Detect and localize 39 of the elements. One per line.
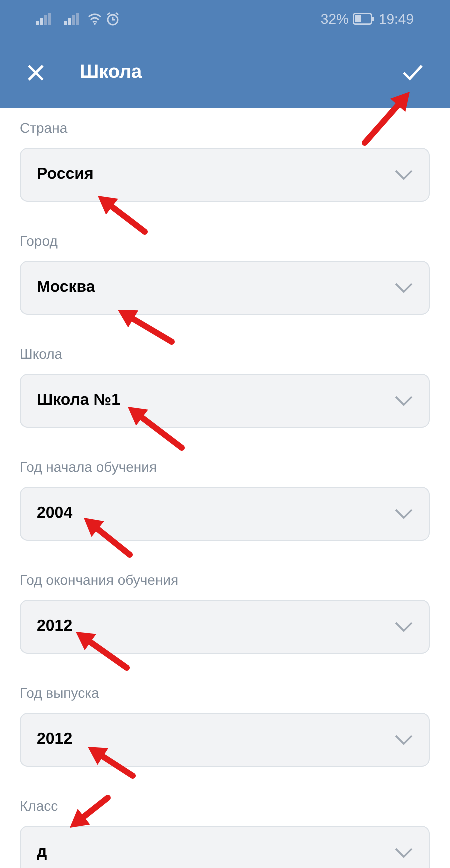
chevron-down-icon [395, 283, 413, 293]
field-label: Год окончания обучения [20, 571, 179, 590]
chevron-down-icon [395, 509, 413, 519]
chevron-down-icon [395, 848, 413, 858]
battery-percent: 32% [320, 10, 349, 28]
field-label: Класс [20, 797, 58, 816]
battery-icon [352, 13, 375, 25]
field-label: Страна [20, 119, 68, 138]
clock-time: 19:49 [378, 10, 414, 28]
chevron-down-icon [395, 396, 413, 406]
window-title: Школа [80, 60, 142, 85]
pointer-arrow [70, 795, 111, 828]
signal-icon [36, 13, 52, 25]
select-field[interactable]: 2012 [20, 713, 430, 767]
pointer-arrow [118, 310, 175, 345]
chevron-down-icon [395, 170, 413, 180]
field-label: Год начала обучения [20, 458, 158, 477]
field-label: Год выпуска [20, 684, 100, 703]
alarm-icon [106, 12, 120, 26]
pointer-arrow [76, 632, 130, 671]
pointer-arrow [98, 196, 148, 235]
pointer-arrow [362, 92, 410, 146]
select-field[interactable]: Россия [20, 148, 430, 202]
signal-icon [64, 13, 80, 25]
field-label: Школа [20, 345, 63, 364]
pointer-arrow [84, 518, 133, 558]
close-icon [27, 64, 45, 82]
chevron-down-icon [395, 622, 413, 632]
select-field[interactable]: 2004 [20, 487, 430, 541]
select-field[interactable]: Школа №1 [20, 374, 430, 428]
check-icon [402, 64, 424, 82]
select-field[interactable]: д [20, 826, 430, 868]
select-field[interactable]: 2012 [20, 600, 430, 654]
wifi-icon [88, 13, 102, 25]
pointer-arrow [88, 747, 136, 779]
pointer-arrow [128, 407, 185, 451]
field-label: Город [20, 232, 58, 251]
select-field[interactable]: Москва [20, 261, 430, 315]
chevron-down-icon [395, 735, 413, 745]
